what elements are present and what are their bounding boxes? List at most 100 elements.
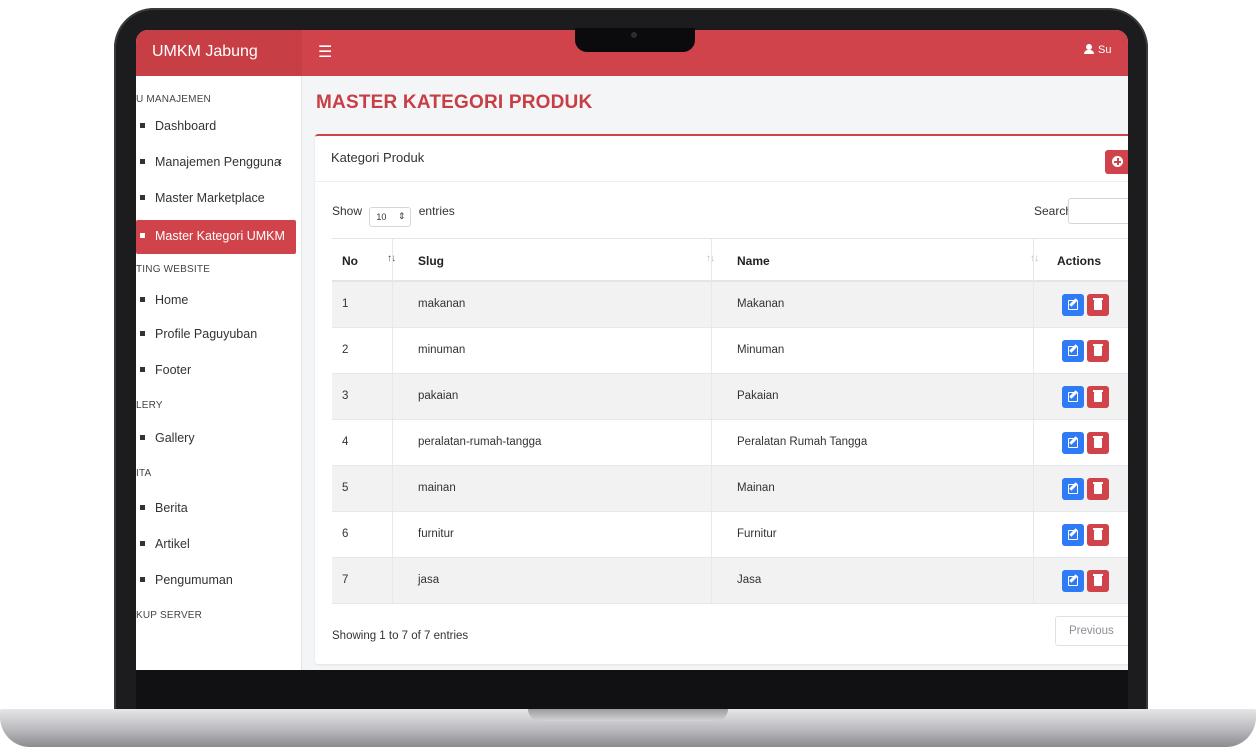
delete-button[interactable] [1087,340,1109,362]
bullhorn-icon [140,577,145,582]
delete-button[interactable] [1087,570,1109,592]
card-title: Kategori Produk [331,150,425,165]
edit-button[interactable] [1062,386,1084,408]
search-input[interactable] [1068,198,1128,224]
add-category-button[interactable] [1105,150,1128,174]
table-row: 3 pakaian Pakaian [332,374,1128,420]
page-length-select[interactable]: 10 ⇕ [369,207,412,227]
trash-icon [1093,344,1103,356]
category-card: Kategori Produk Show 10 ⇕ entries Search:… [315,134,1128,664]
table-row: 7 jasa Jasa [332,558,1128,604]
article-icon [140,541,145,546]
sidebar-section-berita: ITA [136,468,152,479]
main-content: MASTER KATEGORI PRODUK Kategori Produk S… [302,76,1128,670]
sort-asc-icon[interactable]: ↑↓ [387,253,396,264]
dashboard-icon [140,123,145,128]
table-row: 5 mainan Mainan [332,466,1128,512]
table-row: 1 makanan Makanan [332,282,1128,328]
sidebar-section-backup: KUP SERVER [136,610,203,621]
edit-icon [1068,438,1078,448]
delete-button[interactable] [1087,432,1109,454]
plus-circle-icon [1112,156,1123,167]
sidebar-item-gallery[interactable]: Gallery [136,424,296,454]
column-header-no[interactable]: No [342,254,358,268]
column-divider [1033,238,1034,604]
edit-icon [1068,530,1078,540]
hamburger-icon[interactable]: ☰ [318,42,332,62]
sidebar-item-label: Berita [155,501,188,515]
table-row: 6 furnitur Furnitur [332,512,1128,558]
page-length-control: Show 10 ⇕ entries [332,204,455,227]
trash-icon [1093,298,1103,310]
delete-button[interactable] [1087,386,1109,408]
previous-page-button[interactable]: Previous [1055,616,1128,646]
sidebar-item-footer[interactable]: Footer [136,356,296,386]
show-label: Show [332,204,363,218]
user-icon [1084,44,1094,54]
edit-button[interactable] [1062,478,1084,500]
pagination-info: Showing 1 to 7 of 7 entries [332,630,469,642]
sidebar-item-label: Footer [155,363,192,377]
cell-no: 5 [342,482,349,494]
trash-icon [1093,436,1103,448]
sidebar-item-master-kategori-umkm[interactable]: Master Kategori UMKM [136,220,296,254]
sidebar-item-label: Artikel [155,537,190,551]
cell-slug: mainan [418,482,456,494]
cell-name: Jasa [737,574,762,586]
delete-button[interactable] [1087,524,1109,546]
brand-logo[interactable]: UMKM Jabung [136,30,302,76]
column-divider [392,238,393,604]
cell-no: 3 [342,390,349,402]
sort-icon[interactable]: ↑↓ [706,253,715,264]
sidebar-item-manajemen-pengguna[interactable]: Manajemen Pengguna ‹ [136,148,296,178]
sidebar-item-artikel[interactable]: Artikel [136,530,296,560]
cell-no: 6 [342,528,349,540]
edit-icon [1068,300,1078,310]
users-icon [140,159,145,164]
sidebar-item-home[interactable]: Home [136,286,296,316]
screen-bezel-bottom [136,670,1128,710]
sidebar-item-dashboard[interactable]: Dashboard [136,112,296,142]
sort-icon[interactable]: ↑↓ [1030,253,1039,264]
cell-slug: peralatan-rumah-tangga [418,436,542,448]
user-menu[interactable]: Su [1084,44,1124,56]
sidebar-section-website: TING WEBSITE [136,264,211,275]
sidebar-item-master-marketplace[interactable]: Master Marketplace [136,184,296,214]
sidebar-item-berita[interactable]: Berita [136,494,296,524]
footer-icon [140,367,145,372]
sidebar-item-label: Manajemen Pengguna [155,155,281,169]
table-row: 4 peralatan-rumah-tangga Peralatan Rumah… [332,420,1128,466]
edit-button[interactable] [1062,294,1084,316]
delete-button[interactable] [1087,294,1109,316]
sidebar-item-label: Gallery [155,431,195,445]
cell-no: 2 [342,344,349,356]
top-navbar: ☰ Su [302,30,1128,76]
cell-name: Minuman [737,344,785,356]
laptop-opening-notch [528,709,728,721]
sidebar-item-pengumuman[interactable]: Pengumuman [136,566,296,596]
delete-button[interactable] [1087,478,1109,500]
entries-label: entries [418,204,455,218]
user-name: Su [1098,44,1112,56]
cell-no: 1 [342,298,349,310]
edit-icon [1068,576,1078,586]
edit-button[interactable] [1062,524,1084,546]
cell-slug: makanan [418,298,466,310]
sidebar-section-gallery: LERY [136,400,163,411]
edit-button[interactable] [1062,570,1084,592]
column-header-slug[interactable]: Slug [418,254,444,268]
edit-button[interactable] [1062,340,1084,362]
column-header-name[interactable]: Name [737,254,770,268]
newspaper-icon [140,505,145,510]
home-icon [140,297,145,302]
sidebar-item-label: Master Kategori UMKM [155,229,285,243]
cell-slug: minuman [418,344,466,356]
edit-button[interactable] [1062,432,1084,454]
screen: UMKM Jabung ☰ Su U MANAJEMEN Dashboard M… [136,30,1128,670]
sidebar-item-label: Dashboard [155,119,217,133]
cell-name: Peralatan Rumah Tangga [737,436,868,448]
column-divider [711,238,712,604]
sidebar-item-profile-paguyuban[interactable]: Profile Paguyuban [136,320,296,350]
sidebar-section-manajemen: U MANAJEMEN [136,94,211,105]
store-icon [140,195,145,200]
